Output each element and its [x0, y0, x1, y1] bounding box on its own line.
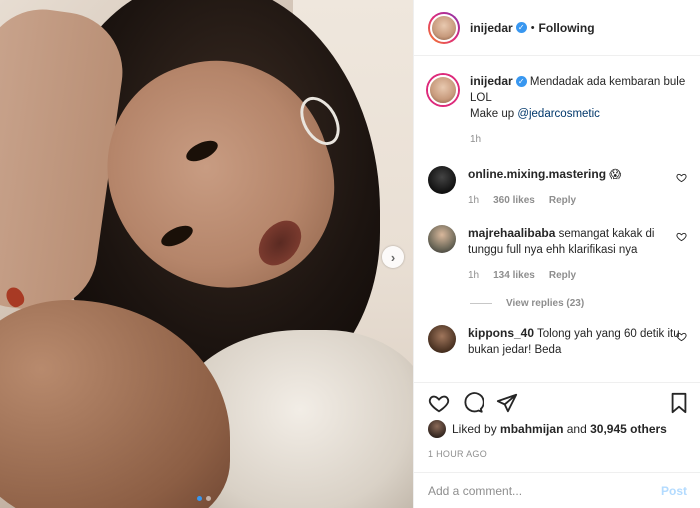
verified-badge-icon: ✓ — [515, 76, 527, 88]
heart-icon[interactable] — [676, 331, 687, 342]
liked-by-and: and — [566, 422, 587, 436]
post-photo[interactable]: › — [0, 0, 413, 508]
comment-likes[interactable]: 134 likes — [493, 268, 535, 284]
commenter-avatar[interactable] — [428, 166, 456, 194]
commenter-username[interactable]: majrehaalibaba — [468, 226, 555, 240]
carousel-dot-active — [197, 496, 202, 501]
commenter-username[interactable]: online.mixing.mastering — [468, 167, 606, 181]
divider — [470, 303, 492, 304]
caption: inijedar ✓ Mendadak ada kembaran bule LOL… — [428, 73, 687, 148]
comment-item: kippons_40 Tolong yah yang 60 detik itu … — [428, 325, 687, 358]
post-header: inijedar ✓ • Following — [414, 0, 700, 56]
commenter-avatar[interactable] — [428, 325, 456, 353]
liked-by-prefix: Liked by — [452, 422, 497, 436]
view-replies-label: View replies (23) — [506, 298, 585, 309]
reply-button[interactable]: Reply — [549, 268, 576, 284]
comment-item: online.mixing.mastering 😱 1h 360 likes R… — [428, 166, 687, 209]
caption-username[interactable]: inijedar — [470, 74, 513, 88]
likes-summary: Liked by mbahmijan and 30,945 others — [428, 420, 667, 438]
carousel-dots — [197, 496, 211, 501]
caption-time: 1h — [470, 134, 482, 145]
heart-icon[interactable] — [676, 172, 687, 183]
post-button[interactable]: Post — [661, 484, 687, 498]
instagram-post: › inijedar ✓ • Following inijedar ✓ Mend… — [0, 0, 700, 508]
carousel-dot — [206, 496, 211, 501]
commenter-username[interactable]: kippons_40 — [468, 326, 534, 340]
caption-avatar[interactable] — [428, 75, 458, 105]
comment-item: majrehaalibaba semangat kakak di tunggu … — [428, 225, 687, 284]
separator-dot: • — [530, 21, 535, 34]
carousel-next-button[interactable]: › — [382, 246, 404, 268]
heart-icon[interactable] — [676, 231, 687, 242]
post-timestamp[interactable]: 1 HOUR AGO — [428, 449, 487, 459]
liker-username[interactable]: mbahmijan — [500, 422, 563, 436]
comment-input[interactable] — [428, 483, 661, 498]
author-username[interactable]: inijedar — [470, 21, 513, 35]
caption-line2: Make up — [470, 108, 518, 120]
comments-list[interactable]: inijedar ✓ Mendadak ada kembaran bule LOL… — [414, 57, 700, 381]
commenter-avatar[interactable] — [428, 225, 456, 253]
comment-time: 1h — [468, 270, 480, 281]
action-bar — [414, 382, 700, 422]
author-avatar[interactable] — [428, 11, 460, 44]
liker-avatar[interactable] — [428, 420, 446, 438]
comment-icon[interactable] — [462, 391, 484, 414]
post-side-panel: inijedar ✓ • Following inijedar ✓ Mendada… — [413, 0, 700, 508]
chevron-right-icon: › — [390, 249, 396, 265]
comment-text: 😱 — [609, 169, 622, 181]
caption-mention-link[interactable]: @jedarcosmetic — [517, 108, 600, 120]
share-icon[interactable] — [496, 392, 518, 414]
verified-badge-icon: ✓ — [515, 22, 527, 33]
reply-button[interactable]: Reply — [549, 193, 576, 209]
likes-others-link[interactable]: 30,945 others — [590, 422, 667, 436]
add-comment-bar: Post — [414, 472, 700, 508]
following-button[interactable]: Following — [539, 21, 595, 35]
view-replies-button[interactable]: View replies (23) — [470, 298, 687, 309]
comment-time: 1h — [468, 195, 480, 206]
bookmark-icon[interactable] — [669, 392, 689, 414]
heart-icon[interactable] — [428, 392, 450, 414]
comment-likes[interactable]: 360 likes — [493, 193, 535, 209]
